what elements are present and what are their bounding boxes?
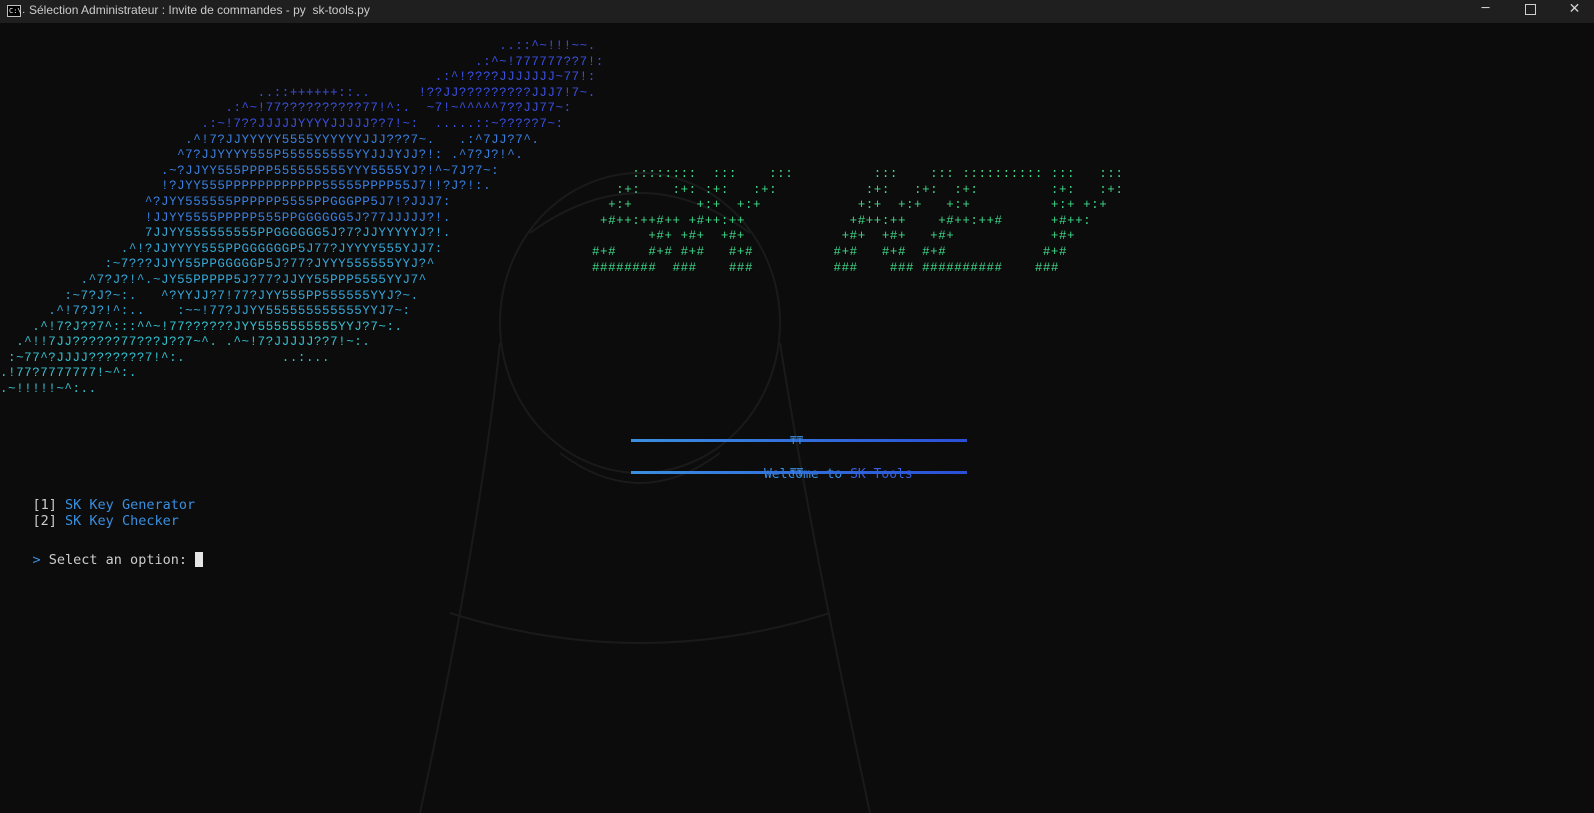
art-line: .^!7?J?!^:.. :~~!77?JJYY555555555555YYJ7… — [0, 304, 411, 319]
logo-line: ######## ### ### ### ### ########## ### — [592, 260, 1059, 275]
menu-key: [2] — [32, 513, 57, 529]
cmd-icon: C:\. — [7, 5, 26, 17]
art-line: .!77?7777777!~^:. — [0, 366, 137, 381]
banner-top-ornament: ₸₸ — [790, 434, 804, 447]
welcome-name: SK Tools — [850, 467, 913, 482]
maximize-button[interactable] — [1508, 0, 1553, 23]
welcome-prefix: Welcome to — [763, 467, 851, 482]
logo-line: :+: :+: :+: :+: :+: :+: :+: :+: :+: — [592, 182, 1124, 197]
art-line: :~7?J?~:. ^?YYJJ?7!77?JYY555PP555555YYJ?… — [0, 288, 419, 303]
text-cursor[interactable] — [194, 552, 203, 567]
art-line: .^!7?JJYYYYY5555YYYYYYJJJ???7~. .:^7JJ?7… — [0, 132, 540, 147]
logo-line: +:+ +:+ +:+ +:+ +:+ +:+ +:+ +:+ — [592, 198, 1108, 213]
ascii-art-emblem: ..::^~!!!~~. .:^~!777777??7!: .:^!????JJ… — [0, 39, 604, 398]
art-line: .^!!7JJ??????77???J??7~^. .^~!7?JJJJJ??7… — [0, 335, 371, 350]
logo-line: :::::::: ::: ::: ::: ::: :::::::::: ::: … — [592, 167, 1124, 181]
art-line: .~!!!!!~^:.. — [0, 382, 97, 397]
ascii-logo-skey: :::::::: ::: ::: ::: ::: :::::::::: ::: … — [592, 167, 1123, 276]
banner-bottom-ornament: ₸₸ — [790, 466, 804, 479]
art-line: .^7?J?!^.~JY55PPPPP5J?77?JJYY55PPP5555YY… — [0, 272, 427, 287]
logo-line: #+# #+# #+# #+# #+# #+# #+# #+# — [592, 244, 1068, 259]
art-line: ..::^~!!!~~. — [0, 39, 596, 53]
title-bar: C:\. Sélection Administrateur : Invite d… — [0, 0, 1594, 23]
art-line: ^?JYY555555PPPPPP5555PPGGGPP5J7!?JJJ7: — [0, 194, 451, 209]
art-line: ^7?JJYYYY555P555555555YYJJJYJJ?!: .^7?J?… — [0, 148, 524, 163]
art-line: ..::++++++::.. !??JJ?????????JJJ7!7~. — [0, 85, 596, 100]
art-line: .^!7?J??7^:::^^~!77??????JYY5555555555YY… — [0, 319, 403, 334]
menu-label: SK Key Checker — [65, 513, 179, 529]
command-prompt[interactable]: > Select an option: — [0, 536, 203, 584]
art-line: :~77^?JJJJ???????7!^:. ..:... — [0, 350, 331, 365]
art-line: :~7???JJYY55PPGGGGGP5J?77?JYYY555555YYJ?… — [0, 257, 435, 272]
art-line: .^!?JJYYYY555PPGGGGGGP5J77?JYYYY555YJJ7: — [0, 241, 443, 256]
art-line: .:^~!77??????????77!^:. ~7!~^^^^^7??JJ77… — [0, 101, 572, 116]
terminal-area[interactable]: ..::^~!!!~~. .:^~!777777??7!: .:^!????JJ… — [0, 23, 1594, 813]
art-line: .:~!7??JJJJJYYYYJJJJJ??7!~: .....::~????… — [0, 116, 564, 131]
art-line: .:^!????JJJJJJJ~77!: — [0, 70, 596, 85]
maximize-icon — [1525, 4, 1536, 15]
close-button[interactable]: ✕ — [1552, 0, 1594, 23]
prompt-text: Select an option: — [40, 552, 187, 568]
logo-line: +#++:++#++ +#++:++ +#++:++ +#++:++# +#++… — [592, 213, 1092, 228]
art-line: !JJYY5555PPPPP555PPGGGGGG5J?77JJJJJ?!. — [0, 210, 451, 225]
art-line: .~?JJYY555PPPP555555555YYY5555YJ?!^~7J?7… — [0, 163, 500, 178]
prompt-symbol: > — [32, 552, 41, 568]
minimize-button[interactable]: ─ — [1463, 0, 1508, 23]
art-line: !?JYY555PPPPPPPPPPPP55555PPPP55J7!!?J?!:… — [0, 179, 492, 194]
art-line: 7JJYY555555555PPGGGGGG5J?7?JJYYYYYJ?!. — [0, 226, 451, 241]
window-title: Sélection Administrateur : Invite de com… — [29, 3, 370, 17]
logo-line: +#+ +#+ +#+ +#+ +#+ +#+ +#+ — [592, 229, 1076, 244]
art-line: .:^~!777777??7!: — [0, 54, 604, 69]
